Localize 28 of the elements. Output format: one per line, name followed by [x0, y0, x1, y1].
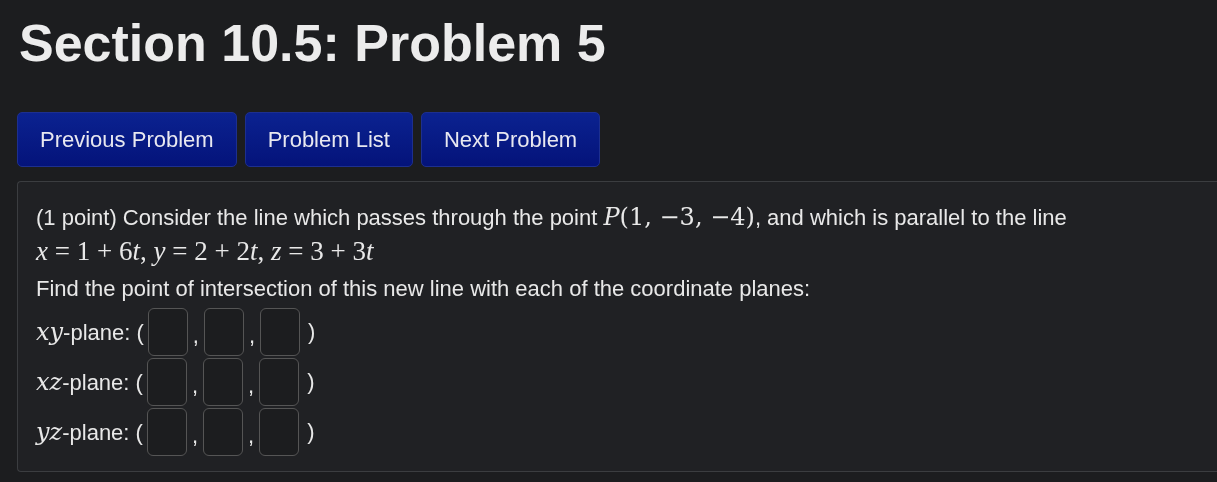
closing-parenthesis: ) — [307, 417, 315, 446]
comma-separator: , — [248, 371, 255, 400]
answer-field[interactable] — [259, 358, 300, 407]
comma-separator: , — [192, 321, 199, 350]
nav-button[interactable]: Previous Problem — [17, 112, 237, 168]
plane-label: yz-plane: ( — [36, 416, 143, 448]
answer-field[interactable] — [203, 408, 244, 457]
closing-parenthesis: ) — [307, 367, 315, 396]
answer-field[interactable] — [203, 308, 244, 357]
problem-statement: (1 point) Consider the line which passes through the point P(1, −3, −4), and which is parallel to the line — [36, 202, 1068, 234]
comma-separator: , — [248, 421, 255, 450]
comma-separator: , — [248, 321, 256, 350]
instruction-text: Find the point of intersection of this new line with each of the coordinate planes: — [36, 274, 812, 303]
nav-button[interactable]: Next Problem — [420, 112, 601, 168]
nav-button[interactable]: Problem List — [244, 112, 413, 168]
answer-field[interactable] — [259, 408, 300, 457]
answer-field[interactable] — [147, 308, 188, 357]
comma-separator: , — [191, 371, 199, 400]
comma-separator: , — [191, 421, 199, 450]
plane-label: xz-plane: ( — [36, 366, 143, 398]
plane-label: xy-plane: ( — [36, 316, 144, 348]
answer-field[interactable] — [203, 358, 244, 407]
closing-parenthesis: ) — [308, 317, 316, 346]
answer-field[interactable] — [146, 408, 187, 457]
page-title: Section 10.5: Problem 5 — [19, 13, 607, 74]
answer-field[interactable] — [260, 308, 301, 357]
answer-field[interactable] — [146, 358, 187, 407]
line-equation: x = 1 + 6t, y = 2 + 2t, z = 3 + 3t — [36, 234, 375, 268]
